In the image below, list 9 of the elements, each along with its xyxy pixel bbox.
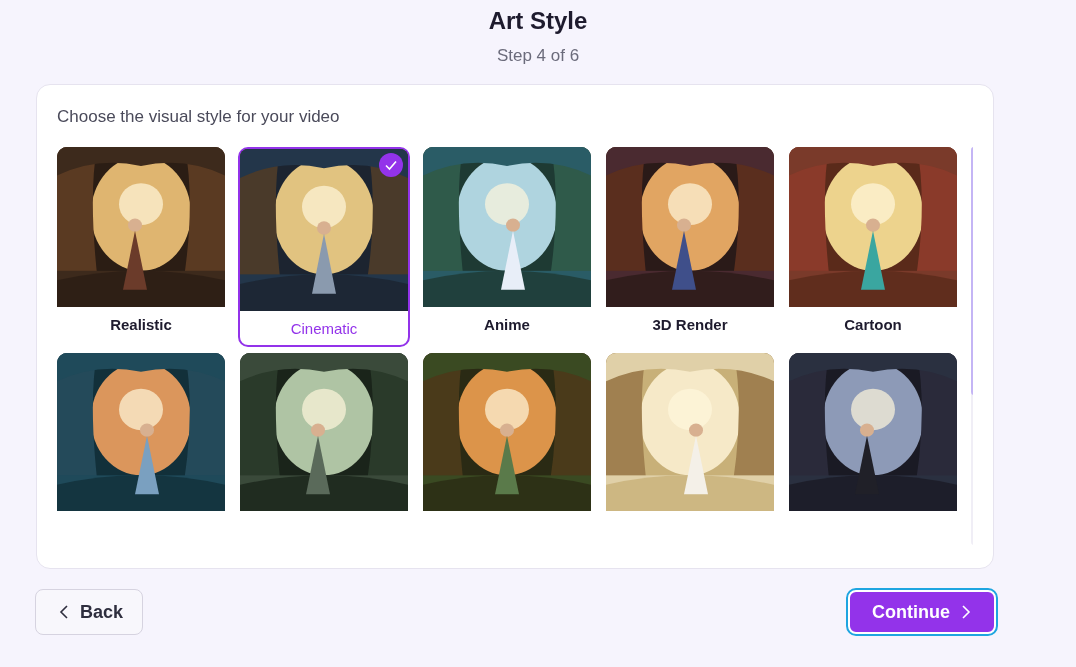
chevron-right-icon [960,604,972,620]
style-card[interactable]: Cinematic [238,147,410,347]
step-indicator: Step 4 of 6 [496,46,580,66]
continue-button[interactable]: Continue [848,590,996,634]
prompt-text: Choose the visual style for your video [57,107,341,127]
back-button[interactable]: Back [35,589,144,635]
page-title: Art Style [488,6,588,36]
chevron-left-icon [58,604,70,620]
check-icon [379,153,403,177]
